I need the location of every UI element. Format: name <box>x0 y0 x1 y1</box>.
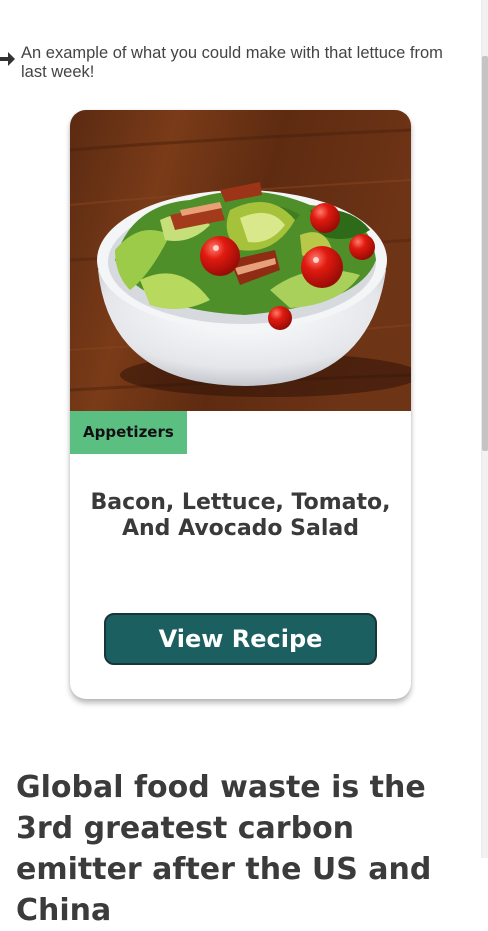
section-heading: Global food waste is the 3rd greatest ca… <box>16 770 432 928</box>
recipe-title[interactable]: Bacon, Lettuce, Tomato, And Avocado Sala… <box>90 490 391 542</box>
arrow-right-icon <box>0 52 15 66</box>
recipe-card[interactable]: Appetizers Bacon, Lettuce, Tomato, And A… <box>70 110 411 699</box>
scrollbar-thumb[interactable] <box>482 56 488 451</box>
category-badge[interactable]: Appetizers <box>70 411 187 454</box>
salad-bowl-image[interactable] <box>70 110 411 411</box>
scrollbar-track[interactable] <box>482 0 488 858</box>
view-recipe-button[interactable]: View Recipe <box>104 613 377 665</box>
intro-text: An example of what you could make with t… <box>21 44 443 81</box>
